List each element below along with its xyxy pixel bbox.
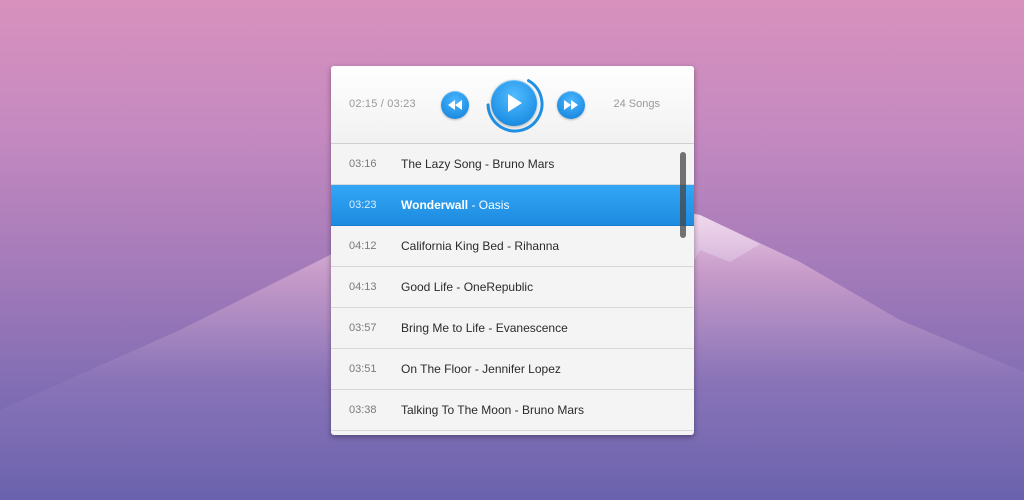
track-row[interactable]: 04:13 Good Life - OneRepublic — [331, 267, 694, 308]
track-duration: 04:12 — [349, 240, 377, 252]
track-artist: OneRepublic — [463, 280, 534, 294]
track-title: On The Floor — [401, 362, 472, 376]
fast-forward-icon — [564, 100, 578, 110]
track-title: Talking To The Moon — [401, 403, 512, 417]
track-duration: 03:16 — [349, 158, 377, 170]
track-artist: Evanescence — [495, 321, 568, 335]
track-name: Good Life - OneRepublic — [401, 280, 534, 294]
play-button[interactable] — [491, 80, 537, 126]
track-duration: 04:13 — [349, 281, 377, 293]
track-row[interactable]: 04:12 California King Bed - Rihanna — [331, 226, 694, 267]
track-name: Bring Me to Life - Evanescence — [401, 321, 568, 335]
track-name: The Lazy Song - Bruno Mars — [401, 157, 555, 171]
track-duration: 03:57 — [349, 322, 377, 334]
playlist: 03:16 The Lazy Song - Bruno Mars 03:23 W… — [331, 144, 694, 435]
track-artist: Rihanna — [514, 239, 560, 253]
track-duration: 03:38 — [349, 404, 377, 416]
track-name: Talking To The Moon - Bruno Mars — [401, 403, 584, 417]
desktop-background: 02:15 / 03:23 24 Songs 03:16 The Lazy So… — [0, 0, 1024, 500]
time-readout: 02:15 / 03:23 — [349, 98, 416, 110]
track-title: The Lazy Song — [401, 157, 482, 171]
track-artist: Bruno Mars — [521, 403, 584, 417]
rewind-button[interactable] — [441, 91, 469, 119]
track-title: California King Bed — [401, 239, 504, 253]
track-row-active[interactable]: 03:23 Wonderwall - Oasis — [331, 185, 694, 226]
track-title: Bring Me to Life — [401, 321, 486, 335]
track-duration: 03:51 — [349, 363, 377, 375]
track-name: California King Bed - Rihanna — [401, 239, 560, 253]
rewind-icon — [448, 100, 462, 110]
music-player-window: 02:15 / 03:23 24 Songs 03:16 The Lazy So… — [331, 66, 694, 435]
track-title: Wonderwall — [401, 198, 469, 212]
track-name: Wonderwall - Oasis — [401, 198, 510, 212]
fast-forward-button[interactable] — [557, 91, 585, 119]
track-row[interactable]: 03:16 The Lazy Song - Bruno Mars — [331, 144, 694, 185]
track-artist: Bruno Mars — [492, 157, 555, 171]
track-row[interactable]: 03:38 Talking To The Moon - Bruno Mars — [331, 390, 694, 431]
play-icon — [508, 94, 522, 112]
track-artist: Jennifer Lopez — [482, 362, 561, 376]
song-count: 24 Songs — [613, 98, 660, 110]
track-duration: 03:23 — [349, 199, 377, 211]
track-row[interactable]: 03:57 Bring Me to Life - Evanescence — [331, 308, 694, 349]
track-title: Good Life — [401, 280, 454, 294]
playlist-scrollbar[interactable] — [680, 152, 686, 238]
track-row[interactable]: 03:51 On The Floor - Jennifer Lopez — [331, 349, 694, 390]
play-control — [485, 74, 545, 134]
player-controls-bar: 02:15 / 03:23 24 Songs — [331, 66, 694, 144]
track-artist: Oasis — [478, 198, 510, 212]
track-name: On The Floor - Jennifer Lopez — [401, 362, 561, 376]
